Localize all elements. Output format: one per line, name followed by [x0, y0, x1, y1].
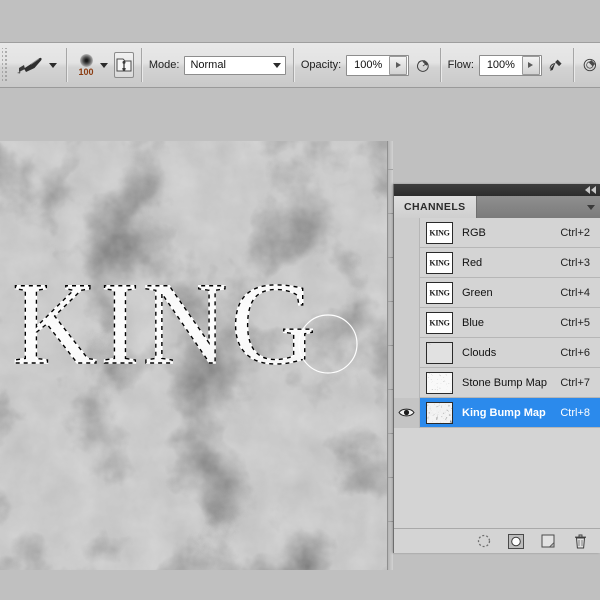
options-separator [66, 48, 67, 82]
channel-visibility-toggle-red[interactable] [394, 248, 420, 278]
new-page-icon [541, 534, 555, 548]
opacity-slider-button[interactable] [389, 56, 407, 75]
airbrush-icon[interactable] [548, 54, 564, 76]
channel-thumbnail-king-bump-map: KING [426, 402, 453, 424]
brush-tip-icon [80, 54, 93, 67]
channel-name-red: Red [462, 257, 560, 269]
dotted-circle-icon [477, 534, 491, 548]
panel-menu-icon [587, 205, 595, 210]
canvas-image[interactable]: KING [0, 141, 388, 570]
photoshop-window: KING [0, 0, 600, 600]
save-selection-as-channel-button[interactable] [508, 533, 524, 549]
trash-icon [574, 534, 587, 549]
blend-mode-value: Normal [190, 59, 225, 71]
channel-visibility-toggle-blue[interactable] [394, 308, 420, 338]
tablet-pressure-opacity-icon[interactable] [415, 54, 431, 76]
flow-value: 100% [480, 59, 522, 71]
tool-preset-chevron-down-icon [49, 63, 57, 68]
channel-shortcut-king-bump-map: Ctrl+8 [560, 407, 590, 419]
channel-thumbnail-stone-bump-map [426, 372, 453, 394]
channel-name-blue: Blue [462, 317, 560, 329]
channel-shortcut-green: Ctrl+4 [560, 287, 590, 299]
channel-visibility-toggle-stone-bump-map[interactable] [394, 368, 420, 398]
channel-row-clouds[interactable]: Clouds Ctrl+6 [394, 338, 600, 368]
toggle-brush-panel-button[interactable] [114, 52, 134, 78]
channel-row-green[interactable]: KING Green Ctrl+4 [394, 278, 600, 308]
channel-shortcut-clouds: Ctrl+6 [560, 347, 590, 359]
mode-label: Mode: [149, 59, 180, 71]
channel-row-blue[interactable]: KING Blue Ctrl+5 [394, 308, 600, 338]
channel-shortcut-stone-bump-map: Ctrl+7 [560, 377, 590, 389]
channel-row-rgb[interactable]: KING RGB Ctrl+2 [394, 218, 600, 248]
panel-tab-bar: CHANNELS [394, 196, 600, 218]
channel-name-green: Green [462, 287, 560, 299]
blend-mode-chevron-down-icon [273, 63, 281, 68]
channel-visibility-toggle-king-bump-map[interactable] [394, 398, 420, 428]
channel-row-red[interactable]: KING Red Ctrl+3 [394, 248, 600, 278]
channel-thumbnail-rgb: KING [426, 222, 453, 244]
channel-row-stone-bump-map[interactable]: Stone Bump Map Ctrl+7 [394, 368, 600, 398]
selection-marching-ants-black: KING [12, 271, 319, 386]
channel-name-stone-bump-map: Stone Bump Map [462, 377, 560, 389]
options-separator-5 [573, 48, 574, 82]
tool-options-bar: 100 Mode: Normal Opacity: 100% [0, 42, 600, 88]
paintbrush-icon [15, 52, 45, 78]
channel-visibility-toggle-green[interactable] [394, 278, 420, 308]
channel-visibility-toggle-clouds[interactable] [394, 338, 420, 368]
delete-channel-button[interactable] [572, 533, 588, 549]
tab-channels-label: CHANNELS [404, 201, 466, 213]
brush-preset-picker[interactable]: 100 [74, 54, 98, 77]
panel-title-bar[interactable] [394, 184, 600, 196]
tab-channels[interactable]: CHANNELS [394, 196, 477, 218]
options-separator-3 [293, 48, 294, 82]
channel-shortcut-blue: Ctrl+5 [560, 317, 590, 329]
chevron-right-icon [396, 62, 401, 68]
active-tool-preset-picker[interactable] [13, 52, 59, 78]
brush-preset-chevron-down-icon[interactable] [100, 63, 108, 68]
opacity-field[interactable]: 100% [346, 55, 409, 76]
channel-name-clouds: Clouds [462, 347, 560, 359]
channels-panel-footer [394, 528, 600, 553]
filled-circle-square-icon [508, 534, 524, 549]
channel-name-rgb: RGB [462, 227, 560, 239]
channel-name-king-bump-map: King Bump Map [462, 407, 560, 419]
channel-list: KING RGB Ctrl+2 KING Red Ctrl+3 KING [394, 218, 600, 528]
blend-mode-select[interactable]: Normal [184, 56, 286, 75]
chevron-right-icon-2 [528, 62, 533, 68]
collapse-to-icons-icon[interactable] [585, 186, 596, 194]
channels-panel: CHANNELS KING RGB Ctrl+2 KING [393, 184, 600, 553]
load-channel-as-selection-button[interactable] [476, 533, 492, 549]
tablet-pressure-flow-icon[interactable] [582, 54, 598, 76]
channel-shortcut-red: Ctrl+3 [560, 257, 590, 269]
flow-label: Flow: [448, 59, 474, 71]
eye-icon [398, 407, 415, 418]
document-canvas-window[interactable]: KING [0, 141, 393, 570]
channel-shortcut-rgb: Ctrl+2 [560, 227, 590, 239]
king-text-artwork: KING KING KING [10, 271, 380, 386]
channel-visibility-toggle-rgb[interactable] [394, 218, 420, 248]
opacity-label: Opacity: [301, 59, 341, 71]
options-separator-4 [440, 48, 441, 82]
channel-thumbnail-blue: KING [426, 312, 453, 334]
brush-size-label: 100 [78, 68, 93, 77]
panel-menu-button[interactable] [477, 196, 600, 218]
flow-slider-button[interactable] [522, 56, 540, 75]
options-separator-2 [141, 48, 142, 82]
channel-thumbnail-green: KING [426, 282, 453, 304]
brush-panel-toggle-icon [115, 56, 133, 74]
create-new-channel-button[interactable] [540, 533, 556, 549]
channel-row-king-bump-map[interactable]: KING King Bump Map Ctrl+8 [394, 398, 600, 428]
channel-thumbnail-clouds [426, 342, 453, 364]
opacity-value: 100% [347, 59, 389, 71]
options-bar-grip[interactable] [2, 48, 9, 82]
flow-field[interactable]: 100% [479, 55, 542, 76]
channel-thumbnail-red: KING [426, 252, 453, 274]
